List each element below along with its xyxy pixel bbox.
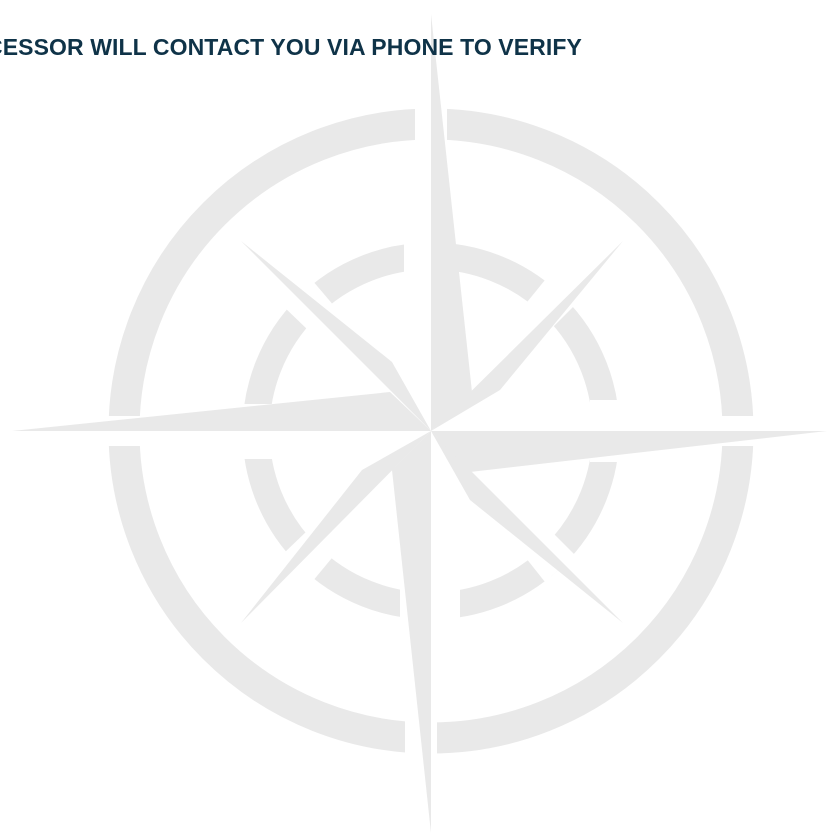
verification-notice: CESSOR WILL CONTACT YOU VIA PHONE TO VER… (0, 34, 582, 60)
compass-watermark (0, 0, 827, 833)
compass-rose-icon (12, 14, 827, 833)
